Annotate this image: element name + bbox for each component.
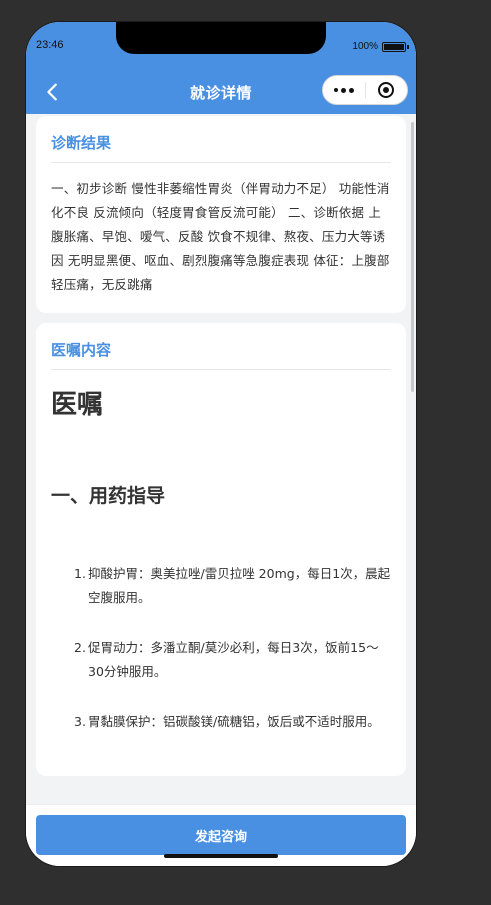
nav-bar: 就诊详情: [26, 70, 416, 114]
list-item-text: 促胃动力：多潘立酮/莫沙必利，每日3次，饭前15～30分钟服用。: [88, 640, 379, 679]
device-notch: [116, 22, 326, 54]
start-consultation-button[interactable]: 发起咨询: [36, 815, 406, 855]
home-indicator: [164, 854, 278, 858]
medication-heading: 一、用药指导: [51, 485, 166, 507]
list-item: 1. 抑酸护胃：奥美拉唑/雷贝拉唑 20mg，每日1次，晨起空腹服用。: [74, 562, 391, 610]
mini-program-capsule: [322, 75, 408, 105]
list-item-number: 2.: [74, 640, 86, 655]
advice-title: 医嘱内容: [51, 333, 391, 370]
phone-frame: 23:46 100% 就诊详情 诊断结果 一、初步诊断 慢性非萎缩性胃炎（伴胃动…: [26, 22, 416, 866]
close-target-icon[interactable]: [366, 76, 407, 104]
list-item-text: 抑酸护胃：奥美拉唑/雷贝拉唑 20mg，每日1次，晨起空腹服用。: [88, 566, 391, 605]
battery-icon: [382, 41, 409, 52]
status-right: 100%: [352, 41, 409, 52]
status-time: 23:46: [36, 39, 64, 51]
bottom-bar: 发起咨询: [26, 804, 416, 866]
medication-list: 1. 抑酸护胃：奥美拉唑/雷贝拉唑 20mg，每日1次，晨起空腹服用。 2. 促…: [51, 562, 391, 734]
list-item-number: 3.: [74, 714, 86, 729]
more-dots-icon[interactable]: [323, 76, 365, 104]
diagnosis-text: 一、初步诊断 慢性非萎缩性胃炎（伴胃动力不足） 功能性消化不良 反流倾向（轻度胃…: [51, 181, 390, 292]
list-item: 3. 胃黏膜保护：铝碳酸镁/硫糖铝，饭后或不适时服用。: [74, 710, 391, 734]
advice-heading: 医嘱: [51, 390, 104, 420]
scroll-content[interactable]: 诊断结果 一、初步诊断 慢性非萎缩性胃炎（伴胃动力不足） 功能性消化不良 反流倾…: [26, 114, 416, 804]
diagnosis-card: 诊断结果 一、初步诊断 慢性非萎缩性胃炎（伴胃动力不足） 功能性消化不良 反流倾…: [36, 116, 406, 313]
battery-percent: 100%: [352, 41, 378, 52]
list-item-text: 胃黏膜保护：铝碳酸镁/硫糖铝，饭后或不适时服用。: [88, 714, 380, 729]
scrollbar[interactable]: [411, 122, 414, 392]
list-item-number: 1.: [74, 566, 86, 581]
list-item: 2. 促胃动力：多潘立酮/莫沙必利，每日3次，饭前15～30分钟服用。: [74, 636, 391, 684]
diagnosis-title: 诊断结果: [51, 126, 391, 163]
advice-card: 医嘱内容 医嘱 一、用药指导 1. 抑酸护胃：奥美拉唑/雷贝拉唑 20mg，每日…: [36, 323, 406, 776]
